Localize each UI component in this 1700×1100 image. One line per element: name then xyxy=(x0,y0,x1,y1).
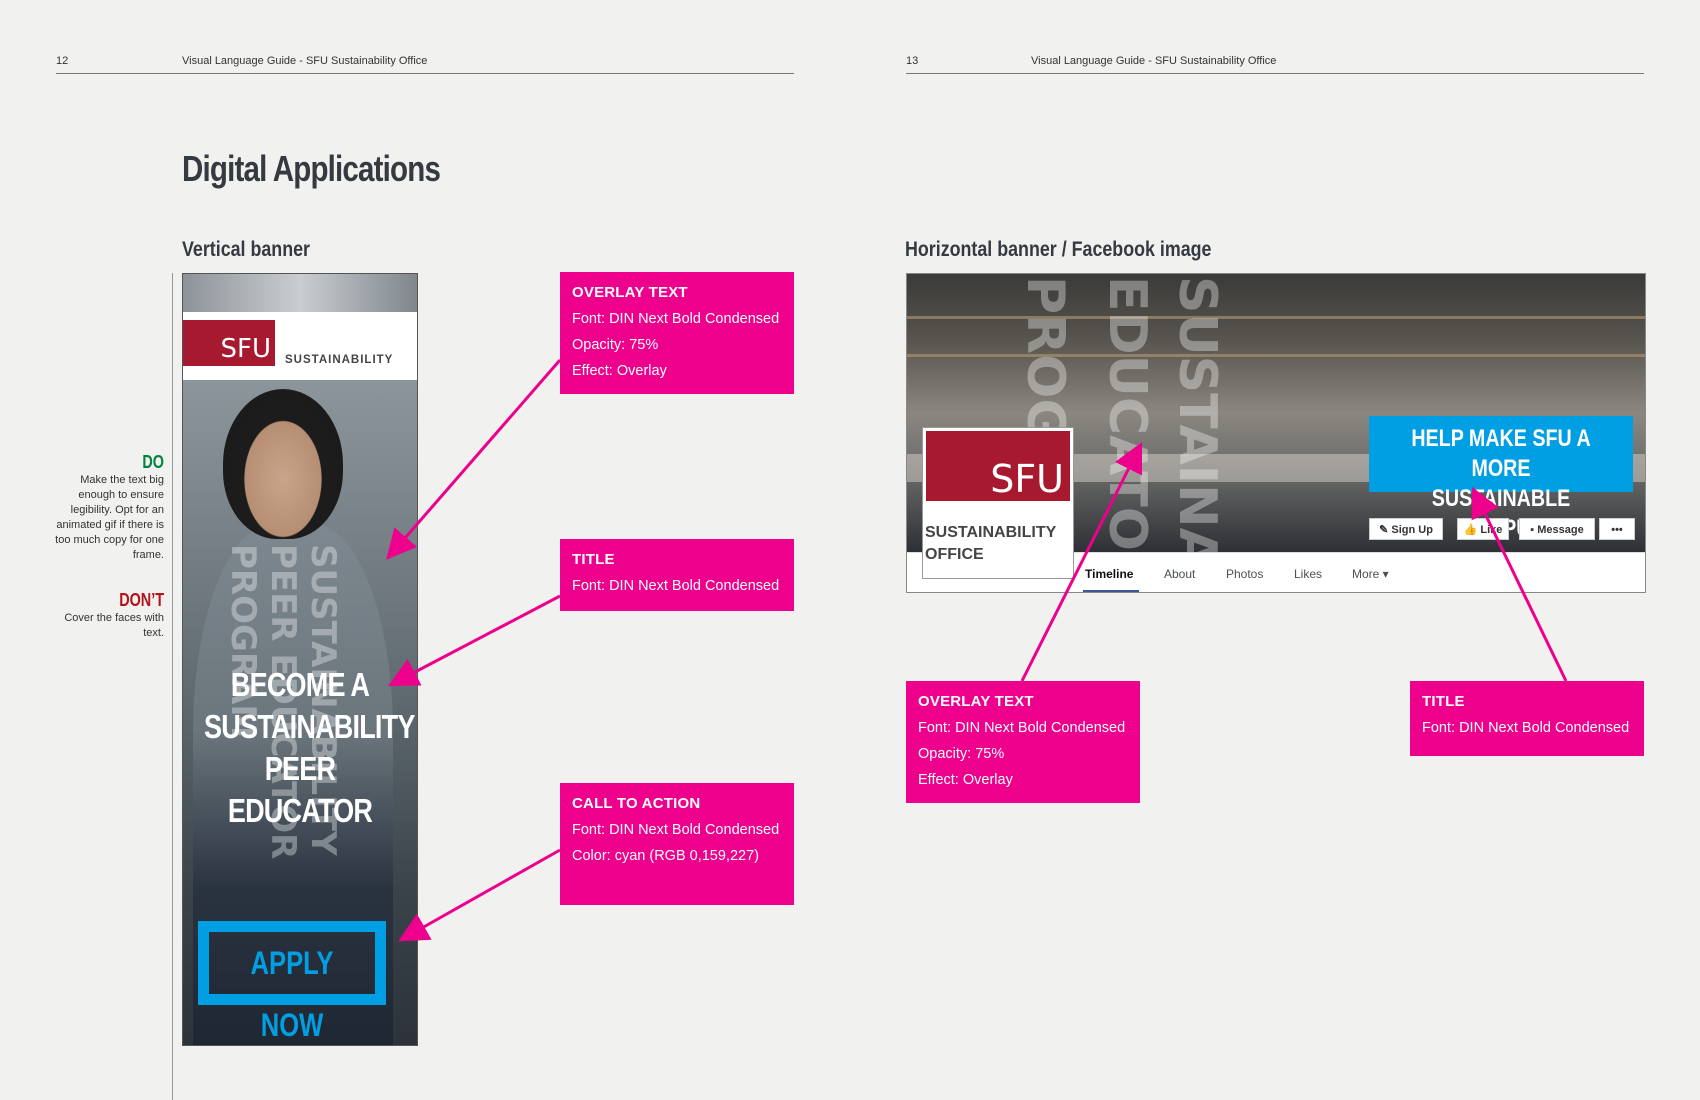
callout-line: Effect: Overlay xyxy=(572,363,667,379)
banner-title-line: EDUCATOR xyxy=(227,792,373,829)
callout-line: Font: DIN Next Bold Condensed xyxy=(572,311,780,327)
apply-now-button[interactable]: APPLY NOW xyxy=(198,921,386,1043)
page-number: 13 xyxy=(906,55,919,67)
dont-block: DON’T Cover the faces with text. xyxy=(46,590,164,641)
callout-title-box: TITLE Font: DIN Next Bold Condensed xyxy=(1410,681,1644,756)
banner-person-head xyxy=(223,389,343,539)
pencil-icon: ✎ xyxy=(1379,524,1392,536)
callout-line: Font: DIN Next Bold Condensed xyxy=(572,578,780,594)
tab-active-indicator xyxy=(1083,590,1139,592)
callout-line: Font: DIN Next Bold Condensed xyxy=(572,822,780,838)
thumb-icon: 👍 xyxy=(1463,524,1481,536)
callout-title-box: TITLE Font: DIN Next Bold Condensed xyxy=(560,539,794,611)
apply-now-label: APPLY NOW xyxy=(250,945,334,1043)
sfu-logo-mark: SFU xyxy=(183,320,275,366)
page-title: Digital Applications xyxy=(182,148,441,189)
do-label: DO xyxy=(142,452,164,472)
callout-line: Opacity: 75% xyxy=(572,337,659,353)
header-rule xyxy=(56,73,794,74)
callout-line: Effect: Overlay xyxy=(918,772,1013,788)
tab-likes[interactable]: Likes xyxy=(1294,567,1322,581)
callout-overlay-text: OVERLAY TEXT Font: DIN Next Bold Condens… xyxy=(560,272,794,394)
callout-title: OVERLAY TEXT xyxy=(572,284,688,301)
callout-cta: CALL TO ACTION Font: DIN Next Bold Conde… xyxy=(560,783,794,905)
margin-rule xyxy=(172,273,173,1100)
tab-timeline[interactable]: Timeline xyxy=(1085,567,1133,581)
callout-title: CALL TO ACTION xyxy=(572,795,701,812)
profile-line: OFFICE xyxy=(925,546,984,563)
arrow-title-vertical xyxy=(388,594,561,687)
banner-title-line: SUSTAINABILITY xyxy=(204,708,415,745)
running-head: Visual Language Guide - SFU Sustainabili… xyxy=(182,55,428,67)
callout-line: Font: DIN Next Bold Condensed xyxy=(1422,720,1630,736)
overlay-ghost-text-2: EDUCATOR xyxy=(1097,276,1157,591)
message-label: Message xyxy=(1537,524,1584,536)
banner-background-top xyxy=(183,274,417,314)
signup-label: Sign Up xyxy=(1391,524,1433,536)
sfu-logo-word: SUSTAINABILITY xyxy=(285,354,394,366)
banner-title-line: HELP MAKE SFU A MORE xyxy=(1411,425,1591,482)
profile-text: SUSTAINABILITY OFFICE xyxy=(925,522,1056,566)
callout-title: OVERLAY TEXT xyxy=(918,693,1034,710)
callout-title: TITLE xyxy=(1422,693,1465,710)
signup-button[interactable]: ✎ Sign Up xyxy=(1369,518,1443,540)
banner-title-line: PEER xyxy=(264,750,336,787)
tab-photos[interactable]: Photos xyxy=(1226,567,1263,581)
arrow-cta-vertical xyxy=(398,848,561,942)
like-button[interactable]: 👍 Like xyxy=(1457,518,1509,540)
page-number: 12 xyxy=(56,55,69,67)
sfu-logo-mark: SFU xyxy=(926,431,1070,501)
vertical-banner: SUSTAINABILITY PEER EDUCATOR PROGRAM SFU… xyxy=(182,273,418,1046)
overlay-ghost-text-3: SUSTAINABLE xyxy=(1167,276,1227,593)
profile-picture[interactable]: SFU SUSTAINABILITY OFFICE xyxy=(922,427,1074,579)
section-heading-vertical: Vertical banner xyxy=(182,238,310,261)
do-block: DO Make the text big enough to ensure le… xyxy=(46,452,164,563)
section-heading-horizontal: Horizontal banner / Facebook image xyxy=(905,238,1212,261)
like-label: Like xyxy=(1480,524,1503,536)
callout-title: TITLE xyxy=(572,551,615,568)
callout-line: Font: DIN Next Bold Condensed xyxy=(918,720,1126,736)
message-button[interactable]: ▪ Message xyxy=(1519,518,1595,540)
callout-line: Color: cyan (RGB 0,159,227) xyxy=(572,848,759,864)
callout-line: Opacity: 75% xyxy=(918,746,1005,762)
banner-title: BECOME A SUSTAINABILITY PEER EDUCATOR xyxy=(204,664,415,832)
header-rule xyxy=(906,73,1644,74)
banner-title: HELP MAKE SFU A MORE SUSTAINABLE CAMPUS xyxy=(1369,416,1633,542)
facebook-banner: PROGRAM EDUCATOR SUSTAINABLE HELP MAKE S… xyxy=(906,273,1646,593)
profile-line: SUSTAINABILITY xyxy=(925,524,1057,541)
do-text: Make the text big enough to ensure legib… xyxy=(55,474,164,561)
tab-about[interactable]: About xyxy=(1164,567,1195,581)
running-head: Visual Language Guide - SFU Sustainabili… xyxy=(1031,55,1277,67)
more-options-button[interactable]: ••• xyxy=(1599,518,1635,540)
dont-text: Cover the faces with text. xyxy=(64,612,164,639)
dont-label: DON’T xyxy=(119,590,164,610)
tab-more[interactable]: More ▾ xyxy=(1352,567,1389,581)
banner-title-line: BECOME A xyxy=(230,666,370,703)
banner-logo-bar: SFU SUSTAINABILITY xyxy=(183,312,417,380)
callout-overlay-text: OVERLAY TEXT Font: DIN Next Bold Condens… xyxy=(906,681,1140,803)
